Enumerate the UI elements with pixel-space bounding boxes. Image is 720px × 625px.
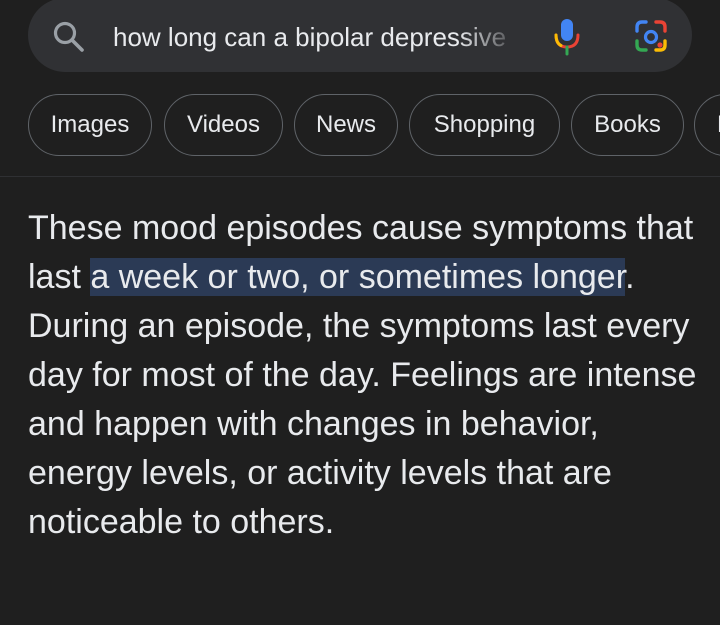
search-results-page: how long can a bipolar depressive Images… — [0, 0, 720, 625]
chip-images[interactable]: Images — [28, 94, 152, 156]
chip-news[interactable]: News — [294, 94, 398, 156]
divider — [0, 176, 720, 177]
snippet-text-after: . During an episode, the symptoms last e… — [28, 258, 697, 541]
chip-books[interactable]: Books — [571, 94, 684, 156]
google-lens-icon[interactable] — [633, 18, 669, 54]
chip-more[interactable]: M — [694, 94, 720, 156]
chip-shopping[interactable]: Shopping — [409, 94, 560, 156]
mic-icon[interactable] — [552, 16, 582, 56]
filter-chips: Images Videos News Shopping Books M — [0, 94, 720, 158]
search-icon[interactable] — [52, 20, 86, 54]
snippet-highlight: a week or two, or sometimes longer — [90, 258, 626, 296]
chip-videos[interactable]: Videos — [164, 94, 283, 156]
search-input[interactable]: how long can a bipolar depressive — [113, 17, 523, 57]
featured-snippet-text: These mood episodes cause symptoms that … — [28, 204, 698, 547]
